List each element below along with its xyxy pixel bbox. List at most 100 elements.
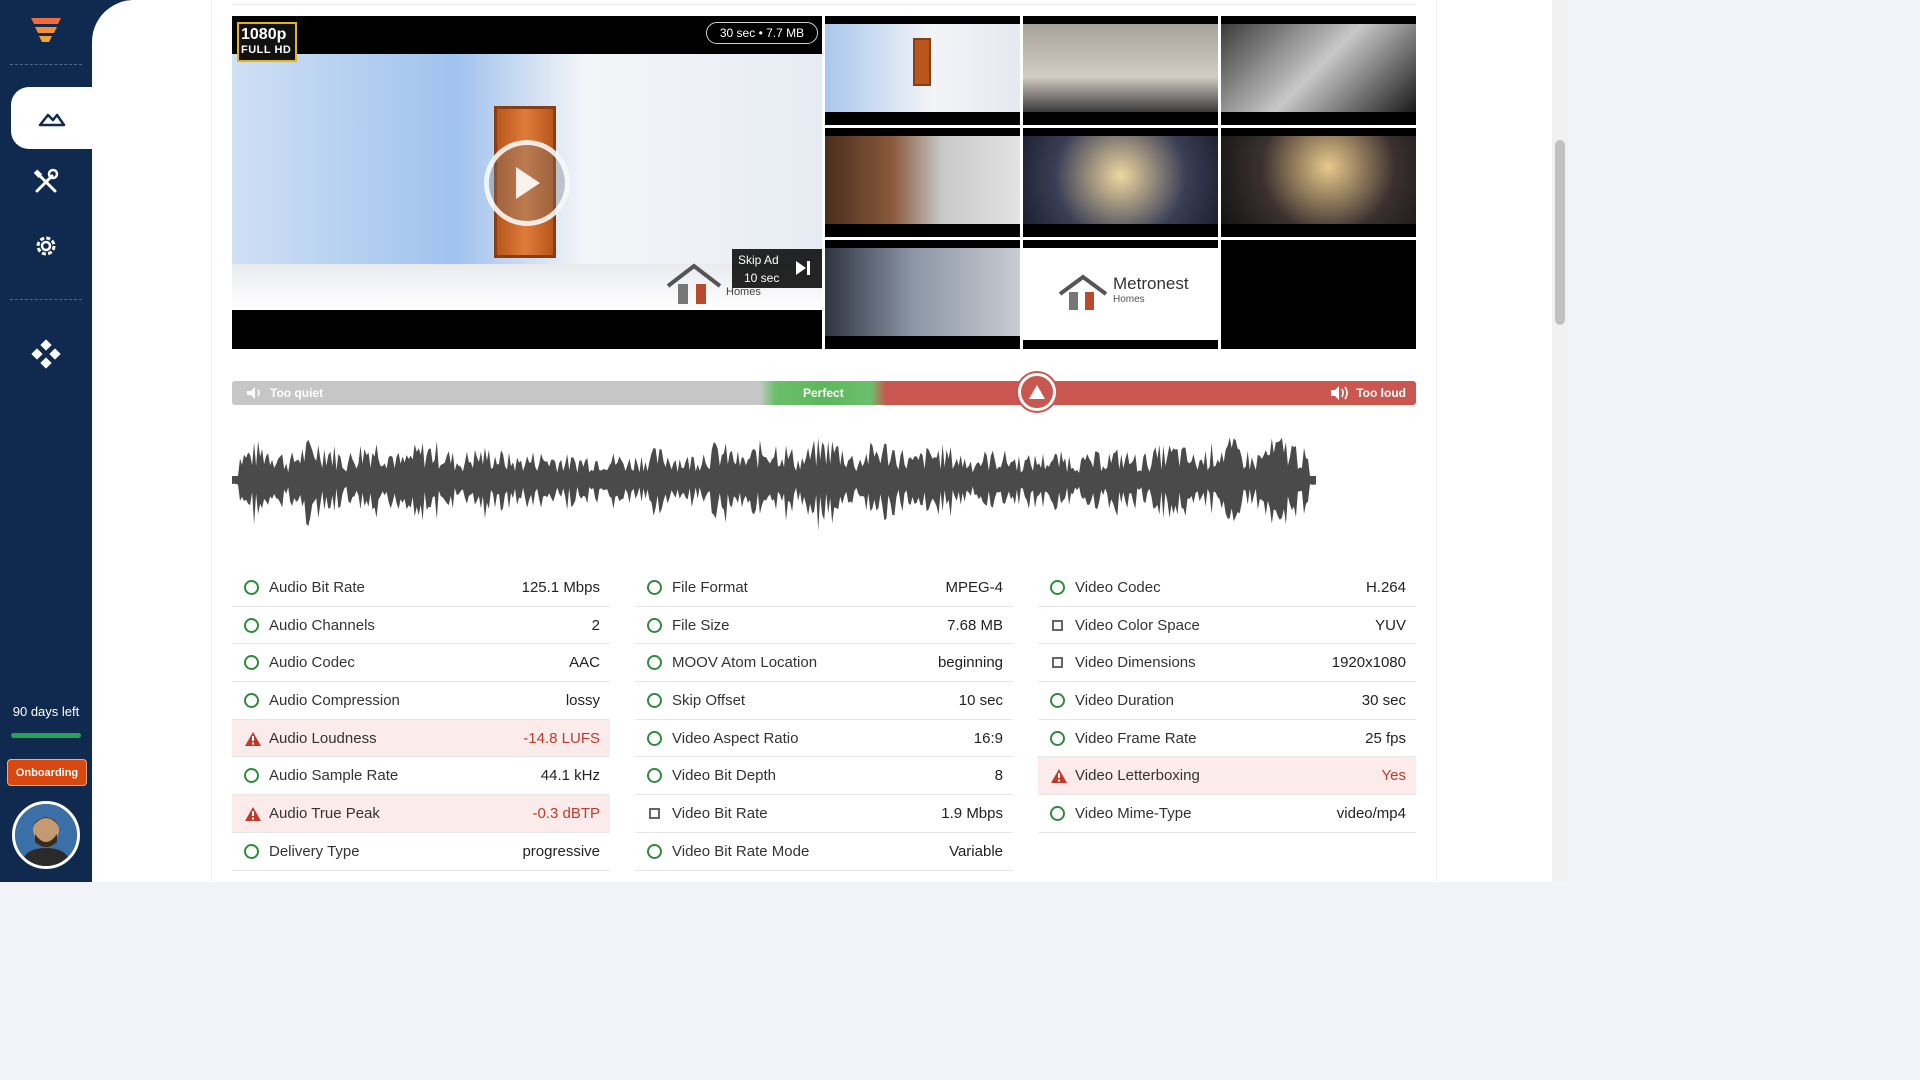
stat-value: 1.9 Mbps — [941, 804, 1003, 822]
stat-value: lossy — [565, 691, 600, 709]
thumbnail-brand-sub: Homes — [1113, 294, 1145, 305]
warning-icon — [1029, 385, 1045, 399]
stat-label: Audio Sample Rate — [269, 767, 399, 785]
onboarding-button[interactable]: Onboarding — [7, 759, 87, 786]
integrations-icon — [31, 339, 61, 369]
thumbnail-brand-name: Metronest — [1113, 274, 1189, 293]
stat-row: Delivery Type progressive — [232, 833, 610, 871]
video-player[interactable]: 1080p FULL HD 30 sec • 7.7 MB Homes Skip… — [232, 16, 822, 349]
thumbnail[interactable] — [1221, 16, 1416, 125]
check-circle-icon — [647, 693, 663, 709]
stat-value: 25 fps — [1365, 729, 1406, 747]
thumbnail-image — [1023, 24, 1218, 112]
check-circle-icon — [244, 655, 260, 671]
brand-logo-icon — [666, 263, 722, 304]
thumbnail-image — [825, 24, 1020, 112]
thumbnail[interactable] — [1023, 128, 1218, 237]
thumbnail[interactable] — [825, 16, 1020, 125]
check-circle-icon — [244, 768, 260, 784]
stat-value: MPEG-4 — [945, 578, 1003, 596]
sidebar-item-media[interactable] — [11, 87, 92, 149]
sidebar-item-settings[interactable] — [0, 215, 92, 277]
stat-label: Video Bit Depth — [672, 767, 776, 785]
stat-label: File Format — [672, 578, 748, 596]
quality-label: 1080p — [241, 26, 287, 43]
tools-icon — [33, 168, 59, 193]
sidebar-item-integrations[interactable] — [0, 323, 92, 385]
stat-row: Audio Sample Rate 44.1 kHz — [232, 757, 610, 796]
stat-row: Video Bit Depth 8 — [635, 757, 1013, 796]
stat-row: Video Aspect Ratio 16:9 — [635, 720, 1013, 758]
warning-icon — [244, 806, 261, 822]
waveform-shape — [232, 437, 1316, 530]
stats-column-video: Video Codec H.264 Video Color Space YUV Vide… — [1038, 569, 1416, 833]
meter-loud-label: Too loud — [1330, 381, 1406, 405]
stat-value: 44.1 kHz — [540, 767, 600, 785]
stat-label: Audio Bit Rate — [269, 578, 365, 596]
thumbnail[interactable] — [1221, 128, 1416, 237]
stat-label: Audio Codec — [269, 654, 355, 672]
sidebar-item-tools[interactable] — [0, 151, 92, 213]
stat-label: Skip Offset — [672, 691, 746, 709]
thumbnail[interactable] — [825, 240, 1020, 349]
duration-size-badge: 30 sec • 7.7 MB — [706, 22, 818, 44]
stat-label: Video Frame Rate — [1075, 729, 1197, 747]
play-icon — [516, 167, 540, 199]
stat-value: 125.1 Mbps — [521, 578, 600, 596]
stat-value: -14.8 LUFS — [523, 729, 600, 747]
thumbnail-image — [1221, 136, 1416, 224]
mountain-icon — [38, 113, 65, 127]
thumbnail[interactable] — [1023, 16, 1218, 125]
stat-row: Video Bit Rate Mode Variable — [635, 833, 1013, 871]
scrollbar[interactable] — [1552, 0, 1568, 882]
avatar[interactable] — [12, 801, 80, 869]
stat-row: Video Dimensions 1920x1080 — [1038, 644, 1416, 683]
thumbnail[interactable] — [1221, 240, 1416, 349]
warning-icon — [244, 731, 261, 747]
volume-low-icon — [247, 387, 260, 399]
thumbnail[interactable] — [825, 128, 1020, 237]
stats-column-file: File Format MPEG-4 File Size 7.68 MB MOOV At… — [635, 569, 1013, 871]
stat-label: Audio True Peak — [269, 804, 380, 822]
stat-row: Skip Offset 10 sec — [635, 682, 1013, 720]
check-circle-icon — [1050, 730, 1066, 747]
check-circle-icon — [1050, 693, 1066, 709]
loudness-meter: Too quiet Perfect Too loud — [232, 373, 1416, 411]
stats-column-audio: Audio Bit Rate 125.1 Mbps Audio Channels 2 A… — [232, 569, 610, 871]
check-circle-icon — [244, 693, 260, 709]
stat-value: video/mp4 — [1336, 804, 1406, 822]
skip-ad-button[interactable]: Skip Ad 10 sec — [732, 249, 822, 288]
skip-next-icon — [796, 261, 810, 275]
scrollbar-thumb[interactable] — [1555, 140, 1565, 325]
stat-value: 2 — [591, 616, 600, 634]
thumbnail[interactable]: Metronest Homes — [1023, 240, 1218, 349]
thumbnail-grid: Metronest Homes — [825, 16, 1416, 349]
check-circle-icon — [647, 730, 663, 747]
stat-value: -0.3 dBTP — [532, 804, 600, 822]
play-button[interactable] — [484, 140, 570, 226]
thumbnail-image — [1221, 24, 1416, 112]
stat-row: Video Color Space YUV — [1038, 607, 1416, 645]
meter-loud-text: Too loud — [1356, 386, 1406, 400]
quality-sub-label: FULL HD — [241, 44, 292, 56]
check-circle-icon — [244, 617, 260, 634]
check-circle-icon — [647, 580, 663, 596]
stat-value: 16:9 — [973, 729, 1003, 747]
stat-value: 10 sec — [958, 691, 1003, 709]
stat-value: H.264 — [1365, 578, 1406, 596]
stat-value: beginning — [937, 654, 1003, 672]
thumbnail-image — [1221, 248, 1416, 336]
thumbnail-image: Metronest Homes — [1023, 248, 1218, 340]
meter-perfect-label: Perfect — [803, 386, 844, 400]
stat-label: Video Duration — [1075, 691, 1174, 709]
stat-label: Video Dimensions — [1075, 654, 1196, 672]
stat-label: Video Mime-Type — [1075, 804, 1192, 822]
app-logo-icon[interactable] — [28, 14, 64, 48]
trial-progress-bar — [11, 733, 81, 738]
stat-value: 30 sec — [1361, 691, 1406, 709]
quality-badge: 1080p FULL HD — [237, 22, 297, 62]
stat-label: Video Bit Rate Mode — [672, 842, 810, 860]
warning-icon — [1050, 768, 1067, 784]
skip-ad-countdown: 10 sec — [744, 271, 780, 285]
stat-label: MOOV Atom Location — [672, 654, 818, 672]
